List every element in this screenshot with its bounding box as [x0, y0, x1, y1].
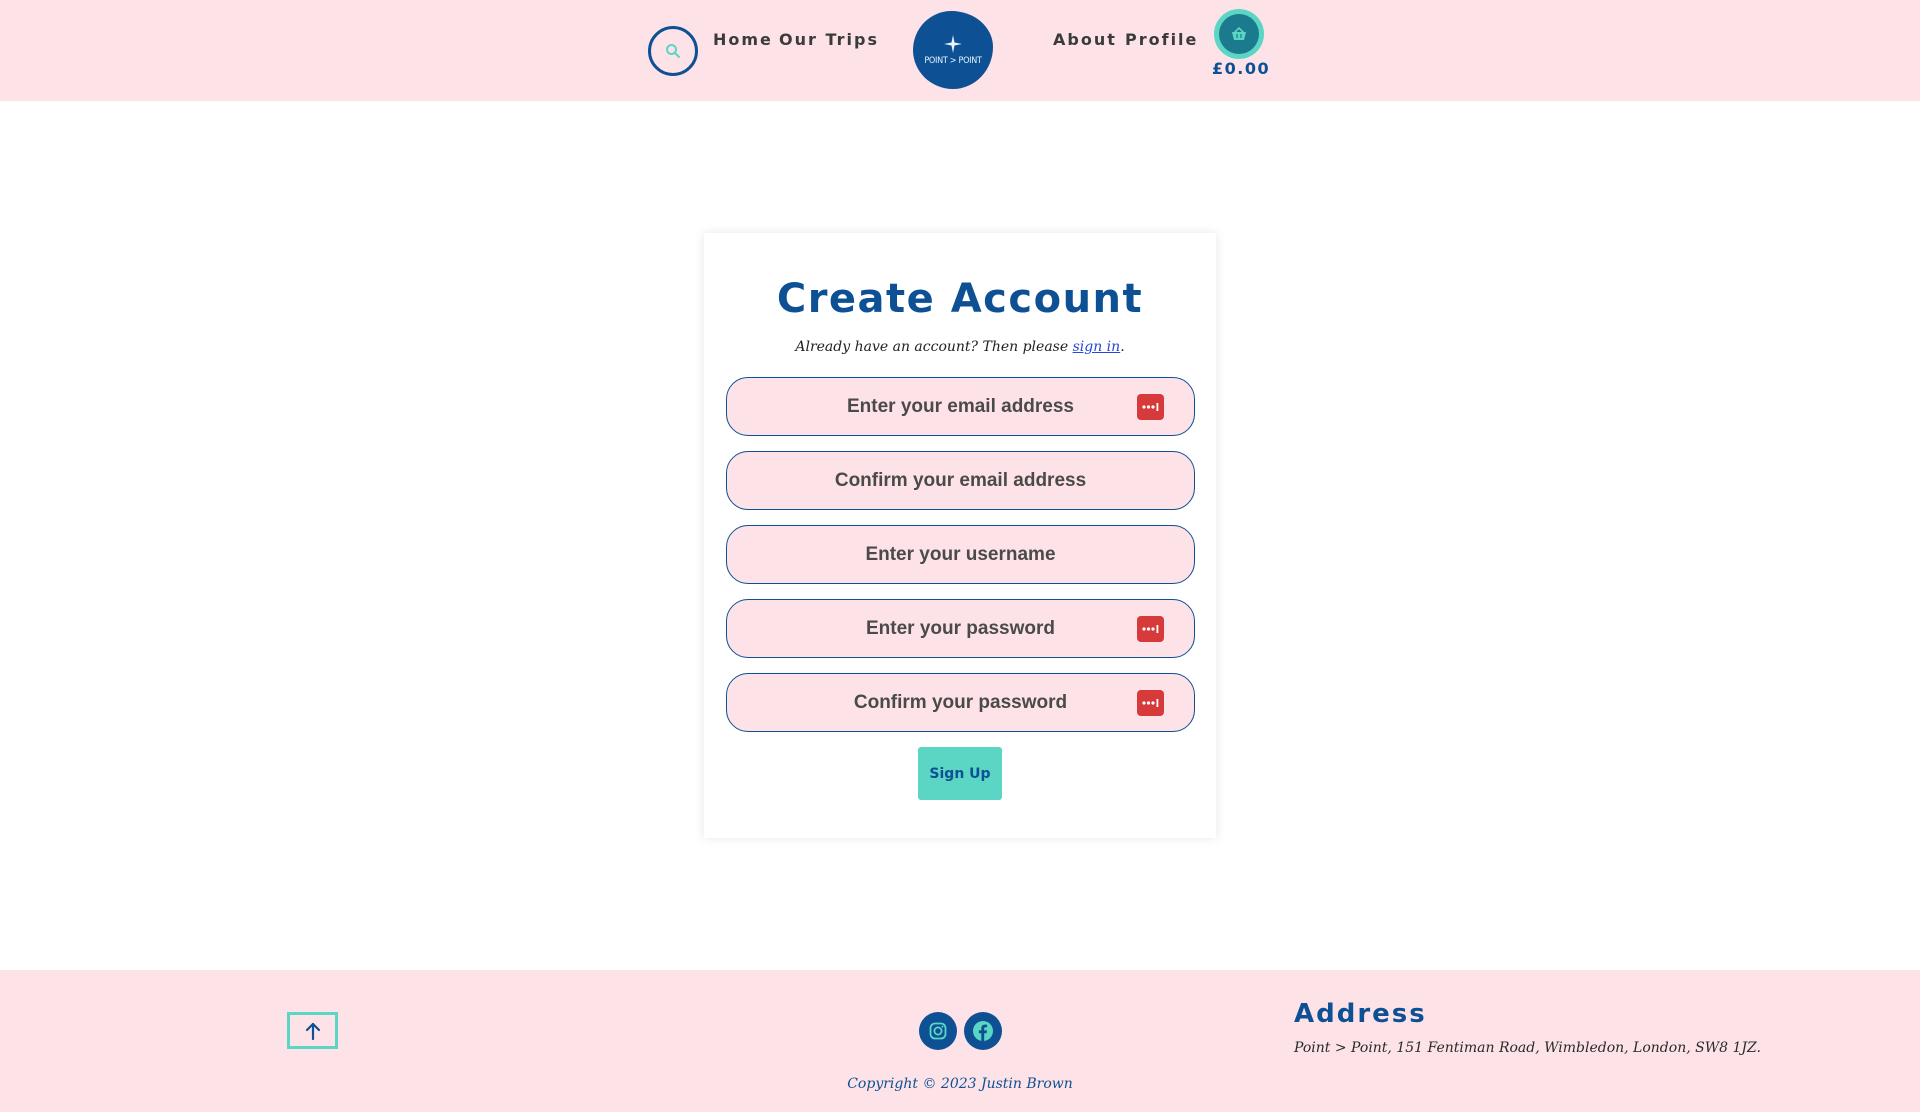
- site-logo[interactable]: POINT > POINT: [913, 11, 993, 89]
- confirm-password-field: [726, 673, 1195, 732]
- basket-icon: [1232, 27, 1246, 40]
- site-footer: Copyright © 2023 Justin Brown Address Po…: [0, 970, 1920, 1112]
- password-field: [726, 599, 1195, 658]
- basket-button[interactable]: [1214, 9, 1264, 59]
- password-input[interactable]: [727, 600, 1194, 657]
- username-input[interactable]: [727, 526, 1194, 583]
- password-manager-icon[interactable]: [1137, 394, 1164, 420]
- instagram-link[interactable]: [919, 1012, 957, 1050]
- compass-icon: [944, 34, 962, 53]
- password-manager-icon[interactable]: [1137, 690, 1164, 716]
- nav-home[interactable]: Home: [713, 30, 773, 49]
- page-title: Create Account: [776, 276, 1144, 322]
- facebook-link[interactable]: [964, 1012, 1002, 1050]
- search-button[interactable]: [648, 26, 698, 76]
- back-to-top-button[interactable]: [287, 1012, 338, 1049]
- confirm-password-input[interactable]: [727, 674, 1194, 731]
- search-icon: [666, 44, 680, 58]
- site-header: Home Our Trips POINT > POINT About Profi…: [0, 0, 1920, 101]
- nav-our-trips[interactable]: Our Trips: [779, 30, 879, 49]
- email-input[interactable]: [727, 378, 1194, 435]
- logo-text: POINT > POINT: [924, 55, 982, 66]
- username-field: [726, 525, 1195, 584]
- confirm-email-field: [726, 451, 1195, 510]
- nav-about[interactable]: About: [1053, 30, 1117, 49]
- signin-link[interactable]: sign in: [1073, 339, 1121, 355]
- sign-up-button[interactable]: Sign Up: [918, 747, 1002, 800]
- confirm-email-input[interactable]: [727, 452, 1194, 509]
- instagram-icon: [929, 1022, 947, 1040]
- address-heading: Address: [1294, 999, 1427, 1029]
- email-field: [726, 377, 1195, 436]
- signin-prompt: Already have an account? Then please sig…: [795, 339, 1125, 355]
- address-text: Point > Point, 151 Fentiman Road, Wimble…: [1294, 1040, 1761, 1056]
- arrow-up-icon: [305, 1022, 320, 1040]
- password-manager-icon[interactable]: [1137, 616, 1164, 642]
- copyright-text: Copyright © 2023 Justin Brown: [847, 1076, 1073, 1092]
- nav-profile[interactable]: Profile: [1125, 30, 1198, 49]
- facebook-icon: [973, 1021, 993, 1041]
- basket-total: £0.00: [1212, 59, 1271, 78]
- create-account-card: Create Account Already have an account? …: [704, 233, 1216, 838]
